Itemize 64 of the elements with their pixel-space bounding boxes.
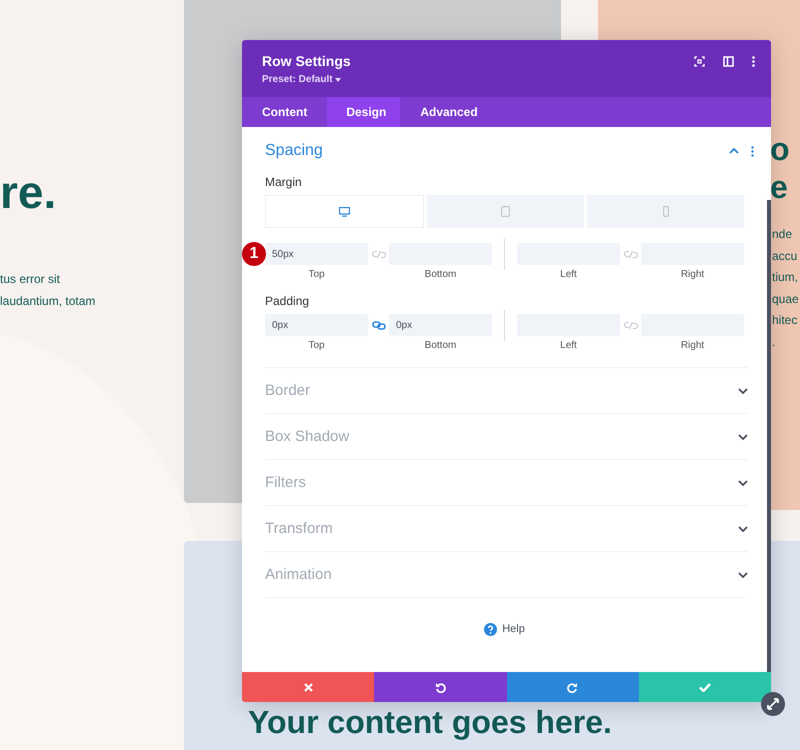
field-label: Padding (265, 294, 310, 308)
page-heading: Your content goes here. (248, 704, 612, 741)
help-link[interactable]: Help (502, 623, 525, 635)
undo-icon (434, 682, 446, 692)
scrollbar[interactable] (767, 200, 771, 672)
check-icon (698, 682, 711, 692)
chevron-icon[interactable] (738, 526, 748, 532)
cancel-button[interactable] (242, 672, 374, 702)
field-label: Bottom (424, 340, 456, 351)
more-icon[interactable] (751, 146, 754, 156)
help-icon[interactable] (484, 622, 498, 636)
body-text: accu (772, 248, 798, 264)
chevron-icon[interactable] (738, 434, 748, 440)
unlink-icon[interactable] (624, 320, 638, 330)
device-tab[interactable] (427, 195, 584, 228)
tab[interactable]: Design (327, 97, 400, 127)
focus-icon[interactable] (694, 56, 705, 67)
body-text: quae (772, 292, 799, 308)
field-label: Top (308, 340, 325, 351)
chevron-icon[interactable] (738, 388, 748, 394)
body-text: hitec (772, 313, 798, 329)
phone-icon (662, 206, 668, 217)
page-heading: o (770, 130, 790, 168)
desktop-icon (339, 206, 350, 216)
more-icon[interactable] (752, 56, 755, 67)
page-heading: e (770, 168, 789, 206)
field-label: Bottom (424, 269, 456, 280)
page-heading: re. (0, 165, 56, 219)
caret-icon (335, 78, 342, 82)
preset-dropdown[interactable]: Preset: Default (262, 74, 342, 85)
section-title[interactable]: Spacing (265, 142, 323, 160)
undo-button[interactable] (374, 672, 506, 702)
sidebar-icon[interactable] (723, 56, 734, 67)
modal-title: Row Settings (262, 53, 351, 69)
input-field[interactable]: 50px (265, 243, 368, 265)
input-field[interactable]: 0px (265, 314, 368, 336)
close-icon (304, 682, 313, 692)
field-label: Right (680, 340, 704, 351)
chevron-icon[interactable] (738, 572, 748, 578)
tablet-icon (501, 206, 510, 217)
body-text: tium, (772, 270, 799, 286)
body-text: nde (772, 227, 794, 243)
input-field[interactable]: 0px (389, 314, 492, 336)
field-label: Left (560, 340, 577, 351)
link-icon[interactable] (372, 320, 386, 330)
step-badge: 1 (242, 242, 266, 266)
chevron-icon[interactable] (738, 480, 748, 486)
tab[interactable]: Content (242, 97, 328, 127)
body-text: . (772, 334, 776, 350)
device-tab[interactable] (587, 195, 744, 228)
redo-button[interactable] (506, 672, 639, 702)
chevron-icon[interactable] (729, 148, 739, 154)
field-label: Left (560, 269, 577, 280)
field-label: Right (680, 269, 704, 280)
redo-icon (567, 682, 578, 692)
resize-icon[interactable] (761, 692, 785, 716)
body-text: laudantium, totam (0, 294, 96, 310)
unlink-icon[interactable] (372, 250, 386, 258)
body-text: tus error sit (0, 272, 62, 288)
field-label: Margin (265, 175, 303, 189)
unlink-icon[interactable] (624, 250, 638, 258)
tab[interactable]: Advanced (400, 97, 498, 127)
field-label: Top (308, 269, 325, 280)
device-tab[interactable] (265, 195, 424, 228)
